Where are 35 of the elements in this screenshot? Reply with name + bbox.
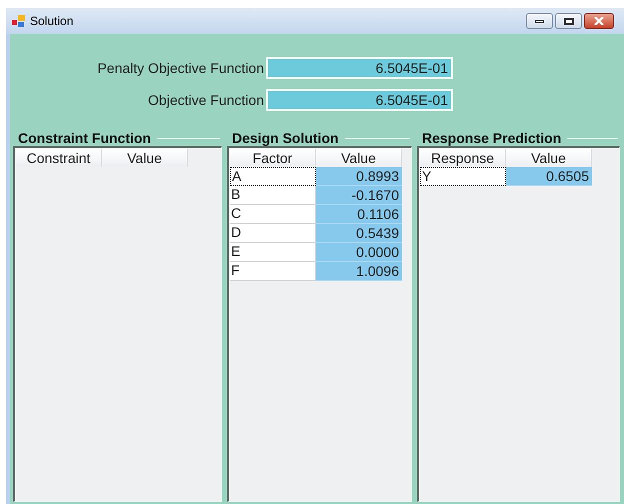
- maximize-icon: [564, 18, 574, 24]
- value-field[interactable]: 6.5045E-01: [266, 89, 453, 111]
- table-cell[interactable]: E: [230, 243, 316, 262]
- field-label: Objective Function: [147, 90, 265, 110]
- column-header[interactable]: Factor: [230, 149, 316, 167]
- close-button[interactable]: [584, 13, 614, 29]
- table-cell[interactable]: D: [230, 224, 316, 243]
- table-cell[interactable]: -0.1670: [316, 186, 402, 205]
- table-cell[interactable]: F: [230, 262, 316, 281]
- table-cell[interactable]: 1.0096: [316, 262, 402, 281]
- field-label: Penalty Objective Function: [96, 58, 265, 78]
- table-cell[interactable]: 0.0000: [316, 243, 402, 262]
- table-cell[interactable]: Y: [420, 167, 506, 186]
- value-field[interactable]: 6.5045E-01: [266, 57, 453, 79]
- app-icon: [12, 15, 26, 27]
- table-cell[interactable]: B: [230, 186, 316, 205]
- maximize-button[interactable]: [555, 13, 582, 29]
- table-cell[interactable]: 0.8993: [316, 167, 402, 186]
- group-title: Design Solution: [231, 128, 340, 148]
- column-header[interactable]: Value: [506, 149, 592, 167]
- column-header[interactable]: Response: [420, 149, 506, 167]
- column-header[interactable]: Value: [316, 149, 402, 167]
- table-cell[interactable]: 0.1106: [316, 205, 402, 224]
- minimize-button[interactable]: [526, 13, 553, 29]
- table-cell[interactable]: 0.6505: [506, 167, 592, 186]
- group-title: Constraint Function: [17, 128, 152, 148]
- minimize-icon: [535, 20, 544, 22]
- group-title: Response Prediction: [421, 128, 562, 148]
- table-cell[interactable]: A: [230, 167, 316, 186]
- table-cell[interactable]: 0.5439: [316, 224, 402, 243]
- column-header[interactable]: Value: [102, 149, 188, 167]
- window-title: Solution: [30, 13, 74, 30]
- close-icon: [594, 17, 604, 25]
- column-header[interactable]: Constraint: [16, 149, 102, 167]
- table-cell[interactable]: C: [230, 205, 316, 224]
